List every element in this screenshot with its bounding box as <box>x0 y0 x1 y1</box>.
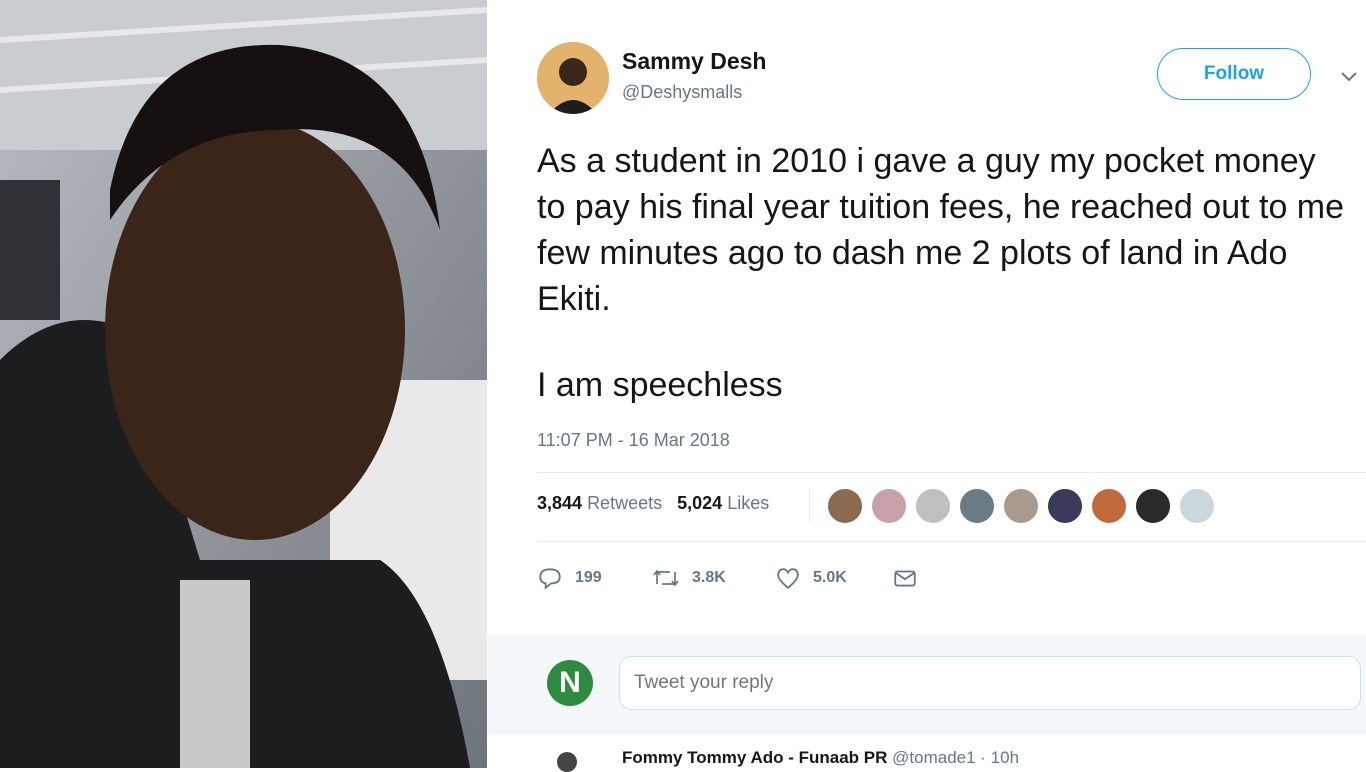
retweet-icon <box>653 569 679 587</box>
liker-avatar[interactable] <box>871 488 907 524</box>
chevron-down-icon[interactable] <box>1337 64 1361 88</box>
retweets-count[interactable]: 3,844 <box>537 493 582 513</box>
profile-photo <box>0 0 487 768</box>
like-count: 5.0K <box>813 569 847 586</box>
liker-avatar[interactable] <box>1135 488 1171 524</box>
author-name[interactable]: Sammy Desh <box>622 48 766 75</box>
retweet-count: 3.8K <box>692 569 726 586</box>
next-reply-handle[interactable]: @tomade1 · 10h <box>892 748 1019 767</box>
reply-input[interactable] <box>619 656 1361 710</box>
liker-avatar[interactable] <box>1179 488 1215 524</box>
liker-avatar[interactable] <box>959 488 995 524</box>
reply-action[interactable]: 199 <box>537 565 602 591</box>
message-action[interactable] <box>892 565 930 591</box>
reply-count: 199 <box>575 569 602 586</box>
liker-avatar[interactable] <box>827 488 863 524</box>
tweet-text: As a student in 2010 i gave a guy my poc… <box>537 142 1345 318</box>
liker-avatar[interactable] <box>915 488 951 524</box>
next-reply-avatar[interactable] <box>557 752 577 772</box>
tweet-panel: Sammy Desh @Deshysmalls Follow As a stud… <box>487 0 1366 772</box>
divider <box>537 472 1366 473</box>
user-avatar[interactable]: N <box>547 660 593 706</box>
next-reply-header: Fommy Tommy Ado - Funaab PR @tomade1 · 1… <box>622 748 1019 768</box>
liker-avatars <box>827 486 1223 526</box>
retweet-action[interactable]: 3.8K <box>652 565 726 591</box>
engagement-stats: 3,844 Retweets 5,024 Likes <box>537 493 769 514</box>
stats-separator <box>809 488 810 522</box>
liker-avatar[interactable] <box>1091 488 1127 524</box>
selfie-image <box>0 0 487 768</box>
tweet-text-second: I am speechless <box>537 366 783 404</box>
message-icon <box>894 570 916 587</box>
like-icon <box>777 568 799 589</box>
next-reply-name[interactable]: Fommy Tommy Ado - Funaab PR <box>622 748 887 767</box>
avatar-image <box>537 42 609 114</box>
tweet-timestamp[interactable]: 11:07 PM - 16 Mar 2018 <box>537 430 730 451</box>
author-avatar[interactable] <box>537 42 609 114</box>
divider <box>537 541 1366 542</box>
likes-count[interactable]: 5,024 <box>677 493 722 513</box>
reply-icon <box>539 568 561 590</box>
liker-avatar[interactable] <box>1047 488 1083 524</box>
retweets-label[interactable]: Retweets <box>587 493 662 513</box>
author-handle[interactable]: @Deshysmalls <box>622 82 742 103</box>
likes-label[interactable]: Likes <box>727 493 769 513</box>
liker-avatar[interactable] <box>1003 488 1039 524</box>
follow-button[interactable]: Follow <box>1157 48 1311 100</box>
like-action[interactable]: 5.0K <box>775 565 847 591</box>
